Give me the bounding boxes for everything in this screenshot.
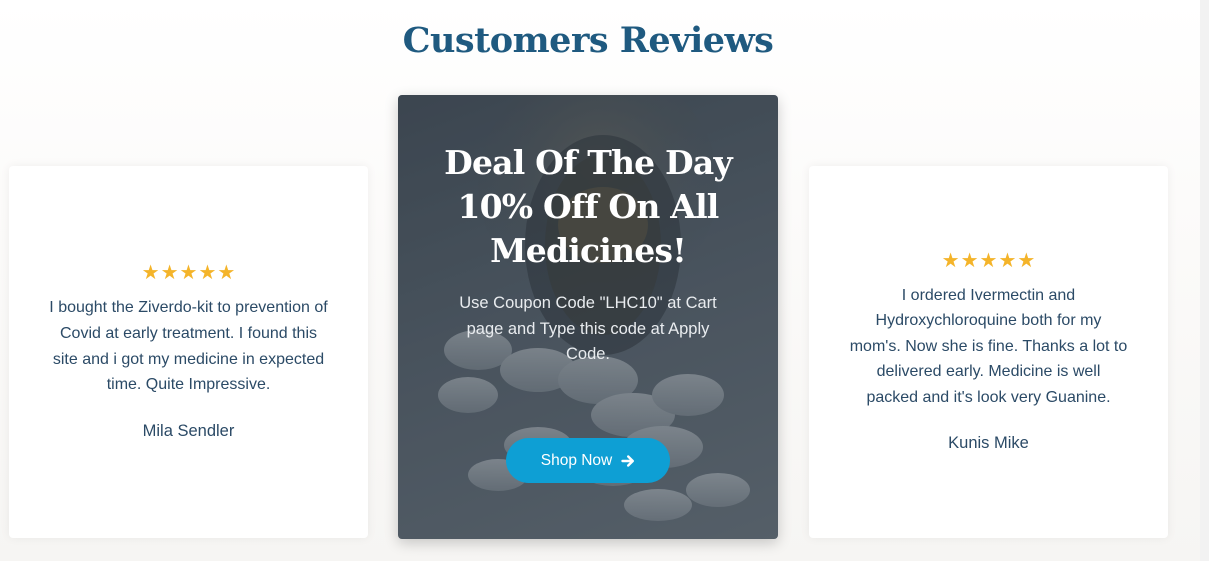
review-card-mila: ★ ★ ★ ★ ★ I bought the Ziverdo-kit to pr… [9,166,368,538]
star-rating: ★ ★ ★ ★ ★ [142,263,236,283]
review-text: I ordered Ivermectin and Hydroxychloroqu… [849,286,1128,406]
shop-now-button[interactable]: Shop Now [506,438,670,483]
star-icon: ★ [179,262,198,285]
star-rating: ★ ★ ★ ★ ★ [942,251,1036,271]
coupon-text: Use Coupon Code "LHC10" at Cart page and… [459,294,717,364]
star-icon: ★ [160,262,179,285]
arrow-right-icon [621,454,635,467]
star-icon: ★ [979,249,998,272]
section-title: Customers Reviews [402,20,774,61]
star-icon: ★ [960,249,979,272]
star-icon: ★ [1017,249,1036,272]
reviewer-name: Kunis Mike [948,434,1029,453]
review-card-kunis: ★ ★ ★ ★ ★ I ordered Ivermectin and Hydro… [809,166,1168,538]
star-icon: ★ [217,262,236,285]
star-icon: ★ [198,262,217,285]
star-icon: ★ [998,249,1017,272]
page-edge [1200,0,1209,561]
reviewer-name: Mila Sendler [142,421,235,440]
deal-heading: Deal Of The Day 10% Off On All Medicines… [444,143,732,270]
star-icon: ★ [141,262,160,285]
star-icon: ★ [941,249,960,272]
shop-now-label: Shop Now [540,451,613,469]
deal-of-the-day-card: Deal Of The Day 10% Off On All Medicines… [398,95,778,539]
review-text: I bought the Ziverdo-kit to prevention o… [49,299,328,394]
